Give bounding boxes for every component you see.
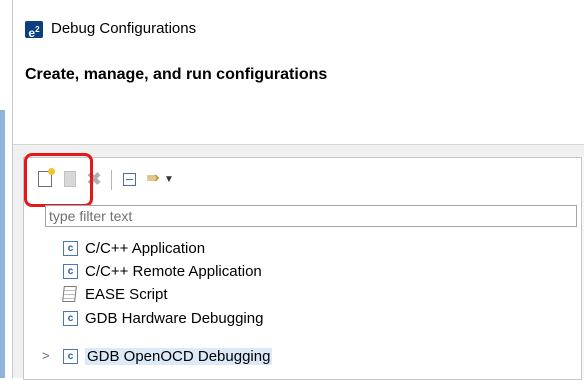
dialog-header <box>13 48 584 145</box>
new-button-highlight <box>24 153 93 207</box>
tree-item-gdb-openocd-debugging[interactable]: c GDB OpenOCD Debugging <box>63 345 273 367</box>
tree-item-gdb-hardware-debugging[interactable]: c GDB Hardware Debugging <box>63 307 263 329</box>
collapse-all-button[interactable] <box>118 168 140 190</box>
debug-configurations-dialog: e2 Debug Configurations Create, manage, … <box>13 0 584 380</box>
filter-icon: ⇛ <box>146 170 160 187</box>
filter-menu-button[interactable]: ▼ <box>162 168 176 190</box>
tree-item-label: GDB OpenOCD Debugging <box>85 347 273 365</box>
c-launch-icon: c <box>63 310 78 326</box>
tree-item-label: EASE Script <box>85 285 168 303</box>
app-logo-icon: e2 <box>25 21 43 40</box>
toolbar-separator <box>111 170 112 190</box>
c-launch-icon: c <box>63 348 78 364</box>
c-launch-icon: c <box>63 240 78 256</box>
dialog-heading: Create, manage, and run configurations <box>25 66 328 83</box>
tree-item-label: C/C++ Remote Application <box>85 262 262 280</box>
tree-item-c-cpp-application[interactable]: c C/C++ Application <box>63 237 205 259</box>
dropdown-arrow-icon: ▼ <box>164 173 174 185</box>
collapse-all-icon <box>122 172 136 186</box>
script-icon <box>62 286 77 302</box>
background-window-accent <box>0 110 5 378</box>
filter-button[interactable]: ⇛ <box>142 168 164 190</box>
tree-item-c-cpp-remote-application[interactable]: c C/C++ Remote Application <box>63 260 262 282</box>
window-title: Debug Configurations <box>51 20 197 37</box>
title-bar[interactable]: e2 Debug Configurations <box>13 0 584 48</box>
filter-input[interactable] <box>45 205 577 227</box>
tree-item-label: C/C++ Application <box>85 239 206 257</box>
background-window-edge <box>0 0 13 378</box>
expand-chevron-icon[interactable]: > <box>42 348 50 363</box>
configurations-toolbar: ✖ ⇛ ▼ <box>29 164 569 194</box>
c-launch-icon: c <box>63 263 78 279</box>
tree-item-ease-script[interactable]: EASE Script <box>62 283 168 305</box>
tree-item-label: GDB Hardware Debugging <box>85 309 264 327</box>
